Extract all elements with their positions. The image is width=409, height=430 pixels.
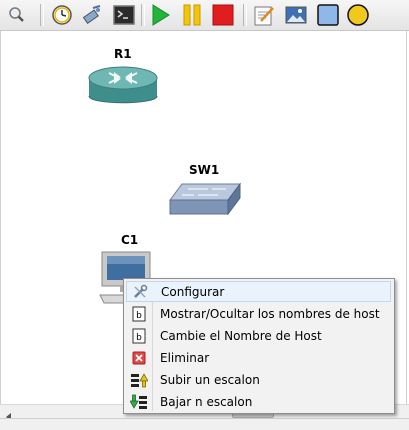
- delete-icon: [128, 347, 150, 368]
- image-icon[interactable]: [284, 3, 308, 27]
- rectangle-icon[interactable]: [316, 3, 340, 27]
- device-label-c1: C1: [121, 233, 139, 247]
- scroll-left-icon[interactable]: [4, 407, 14, 421]
- hostname-icon: b: [128, 303, 150, 324]
- raise-layer-icon: [128, 369, 150, 390]
- menu-item-label: Subir un escalon: [160, 372, 260, 387]
- ellipse-icon[interactable]: [346, 3, 370, 27]
- device-label-r1: R1: [114, 47, 132, 61]
- svg-text:b: b: [136, 311, 142, 321]
- pause-icon[interactable]: [180, 3, 204, 27]
- lower-layer-icon: [128, 391, 150, 412]
- inspect-icon[interactable]: [4, 3, 28, 27]
- menu-item-configurar[interactable]: Configurar: [126, 281, 391, 302]
- notepad-icon[interactable]: [252, 3, 276, 27]
- menu-item-label: Bajar n escalon: [160, 394, 253, 409]
- svg-text:b: b: [136, 333, 142, 343]
- play-icon[interactable]: [148, 3, 172, 27]
- switch-icon[interactable]: [168, 180, 242, 217]
- clock-icon[interactable]: [50, 3, 74, 27]
- wrench-icon: [129, 281, 151, 302]
- menu-item-rename-host[interactable]: b Cambie el Nombre de Host: [126, 325, 391, 346]
- menu-item-raise-layer[interactable]: Subir un escalon: [126, 369, 391, 390]
- menu-item-toggle-hostnames[interactable]: b Mostrar/Ocultar los nombres de host: [126, 303, 391, 324]
- context-menu: Configurar b Mostrar/Ocultar los nombres…: [123, 278, 395, 414]
- terminal-icon[interactable]: [112, 3, 136, 27]
- config-wand-icon[interactable]: [80, 3, 104, 27]
- menu-item-lower-layer[interactable]: Bajar n escalon: [126, 391, 391, 412]
- device-label-sw1: SW1: [189, 163, 220, 177]
- menu-item-eliminar[interactable]: Eliminar: [126, 347, 391, 368]
- menu-item-label: Cambie el Nombre de Host: [160, 328, 322, 343]
- menu-item-label: Configurar: [161, 284, 225, 299]
- toolbar: [0, 0, 409, 31]
- hostname-icon: b: [128, 325, 150, 346]
- router-icon[interactable]: [87, 63, 159, 113]
- menu-item-label: Eliminar: [160, 350, 210, 365]
- stop-icon[interactable]: [211, 3, 235, 27]
- menu-item-label: Mostrar/Ocultar los nombres de host: [160, 306, 380, 321]
